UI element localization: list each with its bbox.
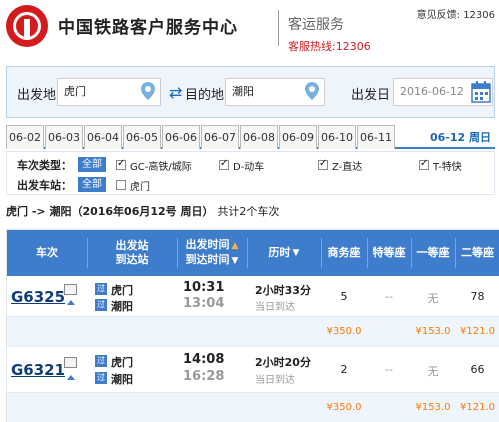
date-tab[interactable]: 06-08 bbox=[240, 125, 278, 149]
hotline-text: 客服热线:12306 bbox=[288, 40, 371, 53]
current-date-tab[interactable]: 06-12 周日 bbox=[430, 129, 491, 145]
date-tab[interactable]: 06-07 bbox=[201, 125, 239, 149]
date-tab[interactable]: 06-02 bbox=[6, 125, 44, 149]
header-business: 商务座 bbox=[327, 246, 361, 259]
price-row: ¥350.0 ¥153.0 ¥121.0 bbox=[7, 316, 499, 346]
first-class-price: ¥153.0 bbox=[415, 402, 451, 413]
train-type-label: 车次类型： bbox=[17, 159, 72, 172]
section-title: 客运服务 bbox=[288, 17, 344, 33]
feedback-link[interactable]: 意见反馈: 12306 bbox=[417, 6, 495, 21]
table-header: 车次 出发站 到达站 出发时间 ▲ 到达时间 ▼ 历时 ▼ 商务座 特等座 一等座 二等座 bbox=[7, 230, 499, 276]
ticket-card-icon[interactable] bbox=[64, 284, 77, 295]
type-checkbox-d[interactable] bbox=[219, 158, 229, 170]
second-class-price: ¥121.0 bbox=[460, 326, 495, 337]
type-checkbox-z[interactable] bbox=[318, 158, 328, 170]
date-tab[interactable]: 06-06 bbox=[162, 125, 200, 149]
train-number-link[interactable]: G6325 bbox=[11, 288, 65, 306]
premium-seats: -- bbox=[385, 290, 393, 303]
to-label: 目的地 bbox=[185, 88, 225, 103]
type-checkbox-gc[interactable] bbox=[116, 158, 126, 170]
business-seats: 5 bbox=[340, 290, 348, 303]
arrival-time: 13:04 bbox=[183, 296, 225, 311]
pass-badge: 过 bbox=[95, 372, 107, 384]
date-tab[interactable]: 06-11 bbox=[357, 125, 395, 149]
date-tab[interactable]: 06-10 bbox=[318, 125, 356, 149]
header-divider bbox=[278, 10, 279, 46]
header-first: 一等座 bbox=[416, 246, 450, 259]
header-times[interactable]: 出发时间 ▲ 到达时间 ▼ bbox=[177, 230, 247, 276]
swap-stations-icon[interactable]: ⇄ bbox=[169, 83, 182, 102]
sort-desc-icon: ▼ bbox=[292, 248, 300, 258]
sort-asc-icon: ▲ bbox=[231, 241, 239, 251]
from-station: 虎门 bbox=[111, 284, 133, 297]
pass-badge: 过 bbox=[95, 299, 107, 311]
expand-arrow-icon[interactable] bbox=[67, 300, 75, 305]
station-all-button[interactable]: 全部 bbox=[78, 177, 106, 192]
location-pin-icon[interactable] bbox=[141, 82, 155, 100]
to-station: 潮阳 bbox=[111, 300, 133, 313]
first-class-seats: 无 bbox=[427, 292, 439, 305]
first-class-seats: 无 bbox=[427, 365, 439, 378]
type-label-gc: GC-高铁/城际 bbox=[130, 162, 192, 173]
premium-seats: -- bbox=[385, 363, 393, 376]
date-tabs: 06-02 06-03 06-04 06-05 06-06 06-07 06-0… bbox=[6, 125, 495, 149]
location-pin-icon[interactable] bbox=[305, 82, 319, 100]
from-station: 虎门 bbox=[111, 356, 133, 369]
expand-arrow-icon[interactable] bbox=[67, 375, 75, 380]
business-price: ¥350.0 bbox=[326, 326, 362, 337]
date-tab[interactable]: 06-04 bbox=[84, 125, 122, 149]
date-tab[interactable]: 06-09 bbox=[279, 125, 317, 149]
date-tab[interactable]: 06-03 bbox=[45, 125, 83, 149]
results-table: 车次 出发站 到达站 出发时间 ▲ 到达时间 ▼ 历时 ▼ 商务座 特等座 一等座 二等座… bbox=[6, 229, 499, 422]
type-label-t: T-特快 bbox=[433, 162, 462, 173]
departure-time: 14:08 bbox=[183, 352, 225, 367]
date-tab[interactable]: 06-05 bbox=[123, 125, 161, 149]
train-type-all-button[interactable]: 全部 bbox=[78, 157, 106, 172]
pass-badge: 过 bbox=[95, 355, 107, 367]
type-label-z: Z-直达 bbox=[332, 162, 363, 173]
type-checkbox-t[interactable] bbox=[419, 158, 429, 170]
station-checkbox-humen[interactable] bbox=[116, 180, 126, 190]
second-class-price: ¥121.0 bbox=[460, 402, 495, 413]
filter-panel: 车次类型： 全部 GC-高铁/城际 D-动车 Z-直达 T-特快 出发车站： 全… bbox=[6, 151, 495, 195]
date-label: 出发日 bbox=[351, 88, 391, 103]
duration: 2小时33分 bbox=[255, 284, 311, 297]
pass-badge: 过 bbox=[95, 283, 107, 295]
station-label-humen: 虎门 bbox=[130, 182, 150, 193]
arrival-note: 当日到达 bbox=[255, 375, 295, 386]
site-header: 中国铁路客户服务中心 客运服务 客服热线:12306 意见反馈: 12306 bbox=[0, 0, 499, 56]
to-station: 潮阳 bbox=[111, 373, 133, 386]
second-class-seats: 78 bbox=[470, 290, 485, 303]
train-number-link[interactable]: G6321 bbox=[11, 361, 65, 379]
arrival-time: 16:28 bbox=[183, 369, 225, 384]
railway-logo-icon bbox=[6, 5, 48, 47]
train-count: 共计2个车次 bbox=[217, 205, 280, 218]
price-row: ¥350.0 ¥153.0 ¥121.0 bbox=[7, 392, 499, 422]
table-row[interactable]: G6321 过 虎门 过 潮阳 14:08 16:28 2小时20分 当日到达 … bbox=[7, 346, 499, 392]
arrival-note: 当日到达 bbox=[255, 302, 295, 313]
table-row[interactable]: G6325 过 虎门 过 潮阳 10:31 13:04 2小时33分 当日到达 … bbox=[7, 276, 499, 316]
header-second: 二等座 bbox=[461, 246, 494, 259]
sort-desc-icon: ▼ bbox=[231, 256, 239, 266]
from-label: 出发地 bbox=[17, 88, 57, 103]
duration: 2小时20分 bbox=[255, 356, 311, 369]
header-stations[interactable]: 出发站 到达站 bbox=[87, 230, 177, 276]
station-label: 出发车站： bbox=[17, 179, 72, 192]
first-class-price: ¥153.0 bbox=[415, 326, 451, 337]
brand-title: 中国铁路客户服务中心 bbox=[58, 18, 238, 38]
header-premium: 特等座 bbox=[372, 246, 406, 259]
type-label-d: D-动车 bbox=[233, 162, 265, 173]
business-seats: 2 bbox=[340, 363, 348, 376]
route-summary: 虎门 -> 潮阳（2016年06月12号 周日） 共计2个车次 bbox=[6, 203, 279, 219]
route-text: 虎门 -> 潮阳（2016年06月12号 周日） bbox=[6, 205, 214, 218]
calendar-icon[interactable] bbox=[471, 81, 491, 103]
search-bar: 出发地 虎门 ⇄ 目的地 潮阳 出发日 2016-06-12 bbox=[6, 66, 495, 118]
ticket-card-icon[interactable] bbox=[64, 357, 77, 368]
second-class-seats: 66 bbox=[470, 363, 485, 376]
header-duration[interactable]: 历时 ▼ bbox=[247, 230, 321, 276]
header-train[interactable]: 车次 bbox=[7, 230, 87, 276]
business-price: ¥350.0 bbox=[326, 402, 362, 413]
departure-time: 10:31 bbox=[183, 280, 225, 295]
